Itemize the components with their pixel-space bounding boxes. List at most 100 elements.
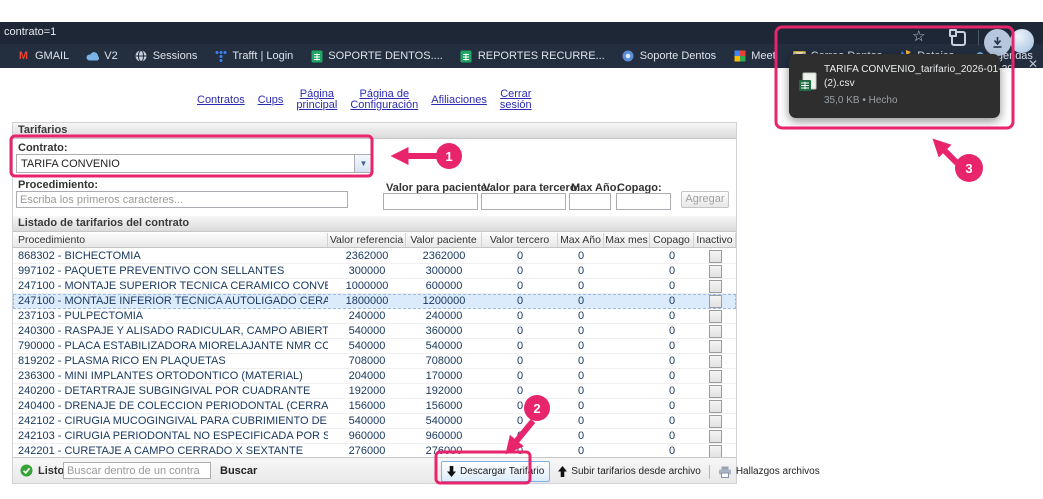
- status-text: Listo: [38, 465, 64, 477]
- inactivo-checkbox[interactable]: [709, 370, 722, 383]
- table-row[interactable]: 247100 - MONTAJE SUPERIOR TECNICA CERAMI…: [13, 279, 736, 294]
- search-button[interactable]: Buscar: [220, 465, 257, 477]
- table-row[interactable]: 236300 - MINI IMPLANTES ORTODONTICO (MAT…: [13, 369, 736, 384]
- procedure-cell: 236300 - MINI IMPLANTES ORTODONTICO (MAT…: [13, 370, 328, 382]
- value-cell: 0: [558, 355, 604, 367]
- table-row[interactable]: 240400 - DRENAJE DE COLECCION PERIODONTA…: [13, 399, 736, 414]
- value-cell: 192000: [328, 385, 406, 397]
- annotation-badge-3: [955, 154, 983, 182]
- inactivo-checkbox[interactable]: [709, 400, 722, 413]
- value-cell: 0: [650, 400, 694, 412]
- copago-input[interactable]: [616, 193, 671, 210]
- column-header-valor-referencia[interactable]: Valor referencia: [328, 233, 406, 247]
- value-cell: 192000: [406, 385, 482, 397]
- extensions-icon[interactable]: [951, 31, 966, 46]
- nav-link-contratos[interactable]: Contratos: [197, 95, 245, 106]
- download-tariff-button[interactable]: Descargar Tarifario: [441, 461, 550, 482]
- browser-url-bar[interactable]: [0, 22, 1043, 44]
- inactivo-cell: [694, 280, 736, 293]
- toolbar-divider: [978, 30, 979, 45]
- sheet-icon: [310, 50, 323, 63]
- bookmark-trafft-login[interactable]: Trafft | Login: [214, 50, 293, 63]
- bookmark-reportes-recurre[interactable]: REPORTES RECURRE...: [460, 50, 605, 63]
- valor-para-tercero-input[interactable]: [481, 193, 566, 210]
- column-header-procedimiento[interactable]: Procedimiento: [13, 233, 328, 247]
- value-cell: 0: [558, 250, 604, 262]
- nav-link-cerrar-sesión[interactable]: Cerrarsesión: [500, 89, 532, 111]
- chevron-down-icon[interactable]: ▼: [354, 155, 372, 172]
- inactivo-checkbox[interactable]: [709, 295, 722, 308]
- downloads-toolbar-icon[interactable]: [984, 29, 1011, 56]
- add-button[interactable]: Agregar: [681, 191, 729, 208]
- procedure-cell: 242201 - CURETAJE A CAMPO CERRADO X SEXT…: [13, 445, 328, 457]
- inactivo-checkbox[interactable]: [709, 280, 722, 293]
- nav-link-página-principal[interactable]: Páginaprincipal: [296, 89, 337, 111]
- column-header-valor-tercero[interactable]: Valor tercero: [482, 233, 558, 247]
- inactivo-checkbox[interactable]: [709, 310, 722, 323]
- inactivo-cell: [694, 385, 736, 398]
- bookmark-sessions[interactable]: Sessions: [135, 50, 198, 63]
- column-header-max-mes[interactable]: Max mes: [604, 233, 650, 247]
- table-header: ProcedimientoValor referenciaValor pacie…: [13, 233, 736, 248]
- table-row[interactable]: 242102 - CIRUGIA MUCOGINGIVAL PARA CUBRI…: [13, 414, 736, 429]
- contract-selected-value: TARIFA CONVENIO: [21, 158, 120, 170]
- max-ano-input[interactable]: [569, 193, 611, 210]
- inactivo-cell: [694, 340, 736, 353]
- value-cell: 0: [482, 415, 558, 427]
- column-header-valor-paciente[interactable]: Valor paciente: [406, 233, 482, 247]
- procedure-input[interactable]: [16, 191, 348, 208]
- nav-link-line: Cups: [258, 95, 284, 106]
- value-cell: 276000: [406, 445, 482, 457]
- bookmark-soporte-dentos[interactable]: SOPORTE DENTOS....: [310, 50, 443, 63]
- profile-avatar[interactable]: [1010, 29, 1034, 53]
- nav-link-página-de-configuración[interactable]: Página deConfiguración: [350, 89, 418, 111]
- nav-link-afiliaciones[interactable]: Afiliaciones: [431, 95, 487, 106]
- bookmark-meet[interactable]: Meet: [733, 50, 775, 63]
- value-cell: 156000: [406, 400, 482, 412]
- inactivo-cell: [694, 250, 736, 263]
- nav-link-cups[interactable]: Cups: [258, 95, 284, 106]
- table-row[interactable]: 868302 - BICHECTOMIA23620002362000000: [13, 249, 736, 264]
- value-cell: 0: [482, 355, 558, 367]
- inactivo-checkbox[interactable]: [709, 250, 722, 263]
- value-cell: 540000: [328, 340, 406, 352]
- procedure-cell: 868302 - BICHECTOMIA: [13, 250, 328, 262]
- download-popup[interactable]: TARIFA CONVENIO_tarifario_2026-01-20 (2)…: [789, 54, 1000, 118]
- contract-search-input[interactable]: [63, 462, 211, 479]
- upload-tariff-button[interactable]: Subir tarifarios desde archivo: [558, 466, 701, 477]
- annotation-number-3: 3: [965, 161, 972, 176]
- table-row[interactable]: 240200 - DETARTRAJE SUBGINGIVAL POR CUAD…: [13, 384, 736, 399]
- bookmarks-overflow-icon[interactable]: ✕: [1028, 57, 1038, 71]
- inactivo-checkbox[interactable]: [709, 445, 722, 458]
- inactivo-checkbox[interactable]: [709, 355, 722, 368]
- column-header-max-a-o[interactable]: Max Año: [558, 233, 604, 247]
- value-cell: 0: [482, 295, 558, 307]
- table-row[interactable]: 247100 - MONTAJE INFERIOR TECNICA AUTOLI…: [13, 294, 736, 309]
- footer-buttons: Descargar Tarifario Subir tarifarios des…: [441, 461, 820, 482]
- valor-para-paciente-input[interactable]: [383, 193, 478, 210]
- inactivo-checkbox[interactable]: [709, 415, 722, 428]
- table-row[interactable]: 819202 - PLASMA RICO EN PLAQUETAS7080007…: [13, 354, 736, 369]
- inactivo-checkbox[interactable]: [709, 430, 722, 443]
- column-header-inactivo[interactable]: Inactivo: [694, 233, 736, 247]
- inactivo-checkbox[interactable]: [709, 385, 722, 398]
- findings-button[interactable]: Hallazgos archivos: [718, 466, 820, 478]
- bookmark-soporte-dentos[interactable]: Soporte Dentos: [622, 50, 716, 63]
- table-row[interactable]: 240300 - RASPAJE Y ALISADO RADICULAR, CA…: [13, 324, 736, 339]
- table-row[interactable]: 242103 - CIRUGIA PERIODONTAL NO ESPECIFI…: [13, 429, 736, 444]
- value-cell: 204000: [328, 370, 406, 382]
- inactivo-checkbox[interactable]: [709, 340, 722, 353]
- value-cell: 0: [650, 415, 694, 427]
- contract-select[interactable]: TARIFA CONVENIO ▼: [16, 154, 373, 173]
- bookmark-v2[interactable]: V2: [86, 50, 117, 63]
- list-title: Listado de tarifarios del contrato: [13, 216, 736, 232]
- bookmark-star-icon[interactable]: ☆: [912, 27, 925, 45]
- inactivo-checkbox[interactable]: [709, 325, 722, 338]
- table-row[interactable]: 237103 - PULPECTOMIA240000240000000: [13, 309, 736, 324]
- inactivo-checkbox[interactable]: [709, 265, 722, 278]
- table-row[interactable]: 790000 - PLACA ESTABILIZADORA MIORELAJAN…: [13, 339, 736, 354]
- table-row[interactable]: 997102 - PAQUETE PREVENTIVO CON SELLANTE…: [13, 264, 736, 279]
- bookmark-gmail[interactable]: MGMAIL: [17, 50, 69, 63]
- column-header-copago[interactable]: Copago: [650, 233, 694, 247]
- tarifarios-panel: Tarifarios Contrato: TARIFA CONVENIO ▼ P…: [12, 122, 737, 484]
